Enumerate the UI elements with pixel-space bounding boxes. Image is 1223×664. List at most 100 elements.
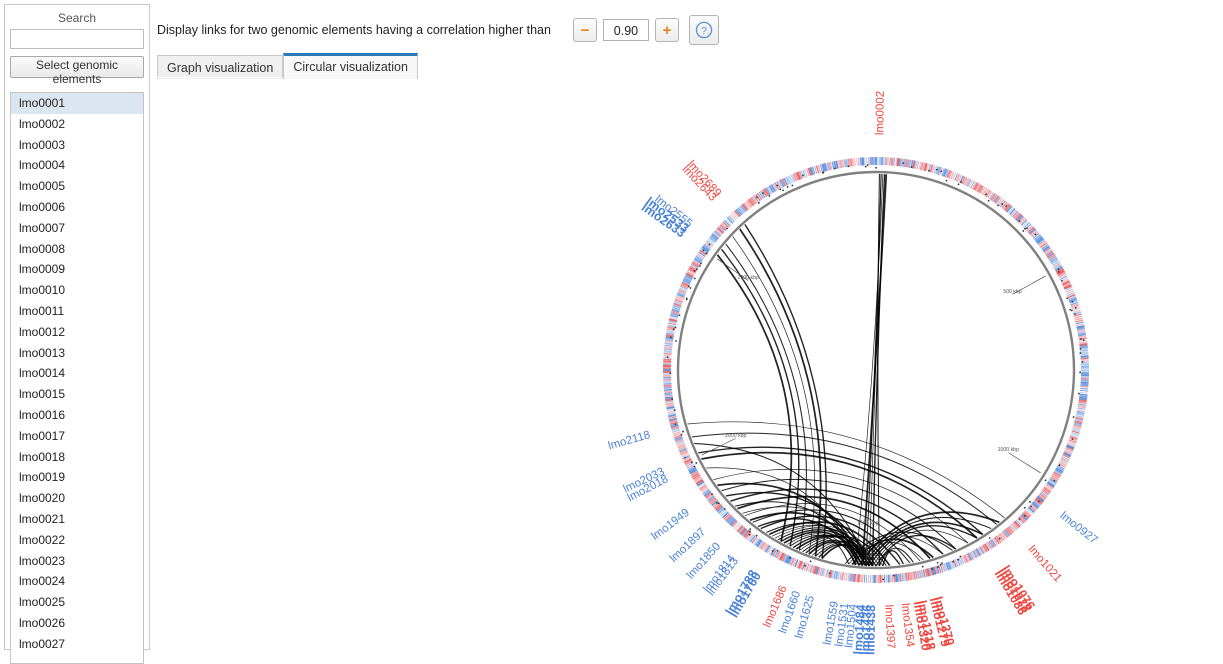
gene-marker — [1001, 203, 1003, 205]
gene-marker — [675, 327, 677, 329]
list-item[interactable]: lmo0021 — [11, 509, 143, 530]
genome-segment — [664, 353, 672, 354]
gene-marker — [772, 550, 774, 552]
genome-segment — [665, 339, 673, 340]
gene-label[interactable]: lmo1397 — [882, 604, 896, 649]
genome-segment — [1079, 396, 1087, 397]
genome-segment — [902, 159, 903, 167]
gene-marker — [762, 192, 764, 194]
list-item[interactable]: lmo0007 — [11, 218, 143, 239]
list-item[interactable]: lmo0022 — [11, 530, 143, 551]
svg-text:?: ? — [701, 25, 707, 37]
gene-marker — [941, 562, 943, 564]
genome-segment — [836, 161, 837, 169]
genome-segment — [852, 574, 853, 582]
gene-label[interactable]: lmo2118 — [607, 429, 652, 452]
gene-marker — [1026, 227, 1028, 229]
gene-marker — [682, 431, 684, 433]
chord-links-group — [688, 174, 1005, 566]
list-item[interactable]: lmo0004 — [11, 155, 143, 176]
genome-segment — [1080, 392, 1088, 393]
genome-segment — [892, 574, 893, 582]
genome-segment — [822, 568, 824, 576]
correlation-link[interactable] — [698, 447, 982, 534]
help-button[interactable]: ? — [689, 15, 719, 45]
circular-visualization[interactable]: 500 kbp1000 kbp1500 kbp2000 kbp2500 kbp … — [600, 85, 1180, 655]
gene-marker — [670, 336, 672, 338]
tab-graph[interactable]: Graph visualization — [157, 55, 283, 79]
list-item[interactable]: lmo0001 — [11, 93, 143, 114]
select-genomic-elements-button[interactable]: Select genomic elements — [10, 56, 144, 78]
list-item[interactable]: lmo0006 — [11, 197, 143, 218]
list-item[interactable]: lmo0003 — [11, 135, 143, 156]
gene-marker — [777, 550, 779, 552]
gene-label[interactable]: lmo0927 — [1057, 510, 1099, 547]
list-item[interactable]: lmo0014 — [11, 363, 143, 384]
list-item[interactable]: lmo0026 — [11, 613, 143, 634]
gene-marker — [1024, 228, 1026, 230]
genome-segment — [858, 574, 859, 582]
genome-segment — [892, 158, 893, 166]
genome-segment — [665, 397, 673, 398]
gene-marker — [810, 560, 812, 562]
genome-segment — [861, 158, 862, 166]
gene-marker — [1071, 301, 1073, 303]
list-item[interactable]: lmo0011 — [11, 301, 143, 322]
gene-marker — [1045, 479, 1047, 481]
list-item[interactable]: lmo0010 — [11, 280, 143, 301]
genome-segment — [1080, 354, 1088, 355]
gene-label[interactable]: lmo1949 — [649, 507, 691, 543]
list-item[interactable]: lmo0002 — [11, 114, 143, 135]
genome-segment — [995, 537, 1000, 544]
list-item[interactable]: lmo0008 — [11, 239, 143, 260]
gene-marker — [848, 165, 850, 167]
genome-segment — [1079, 400, 1087, 401]
gene-marker — [690, 287, 692, 289]
search-label: Search — [10, 9, 144, 29]
circos-plot[interactable]: 500 kbp1000 kbp1500 kbp2000 kbp2500 kbp … — [600, 85, 1180, 655]
list-item[interactable]: lmo0020 — [11, 488, 143, 509]
gene-marker — [1066, 297, 1068, 299]
list-item[interactable]: lmo0012 — [11, 322, 143, 343]
list-item[interactable]: lmo0013 — [11, 343, 143, 364]
list-item[interactable]: lmo0025 — [11, 592, 143, 613]
list-item[interactable]: lmo0023 — [11, 551, 143, 572]
gene-marker — [997, 204, 999, 206]
gene-marker — [776, 185, 778, 187]
genomic-elements-list[interactable]: lmo0001lmo0002lmo0003lmo0004lmo0005lmo00… — [10, 92, 144, 664]
gene-label[interactable]: lmo1021 — [1026, 543, 1064, 584]
gene-marker — [684, 457, 686, 459]
list-item[interactable]: lmo0019 — [11, 467, 143, 488]
gene-marker — [1022, 230, 1024, 232]
scale-tick-line — [1032, 276, 1046, 284]
search-input[interactable] — [10, 29, 144, 49]
genome-segment — [667, 409, 675, 411]
list-item[interactable]: lmo0015 — [11, 384, 143, 405]
gene-marker — [1035, 233, 1037, 235]
list-item[interactable]: lmo0024 — [11, 571, 143, 592]
list-item[interactable]: lmo0016 — [11, 405, 143, 426]
genome-segment — [860, 574, 861, 582]
genome-segment — [994, 196, 999, 203]
genome-segment — [896, 158, 897, 166]
list-item[interactable]: lmo0017 — [11, 426, 143, 447]
gene-label[interactable]: lmo0002 — [874, 91, 887, 135]
gene-label[interactable]: lmo1438 — [863, 605, 878, 655]
genome-segment — [1080, 346, 1088, 347]
genome-segment — [666, 405, 674, 406]
genome-segment — [665, 343, 673, 344]
increment-button[interactable]: + — [655, 18, 679, 42]
genome-segment — [916, 571, 918, 579]
genome-segment — [663, 384, 671, 385]
gene-marker — [1053, 480, 1055, 482]
genome-segment — [665, 395, 673, 396]
tab-circular[interactable]: Circular visualization — [283, 53, 418, 79]
genome-segment — [1078, 336, 1086, 337]
list-item[interactable]: lmo0027 — [11, 634, 143, 655]
list-item[interactable]: lmo0005 — [11, 176, 143, 197]
list-item[interactable]: lmo0018 — [11, 447, 143, 468]
gene-marker — [749, 534, 751, 536]
correlation-value-input[interactable]: 0.90 — [603, 19, 649, 41]
decrement-button[interactable]: − — [573, 18, 597, 42]
list-item[interactable]: lmo0009 — [11, 259, 143, 280]
